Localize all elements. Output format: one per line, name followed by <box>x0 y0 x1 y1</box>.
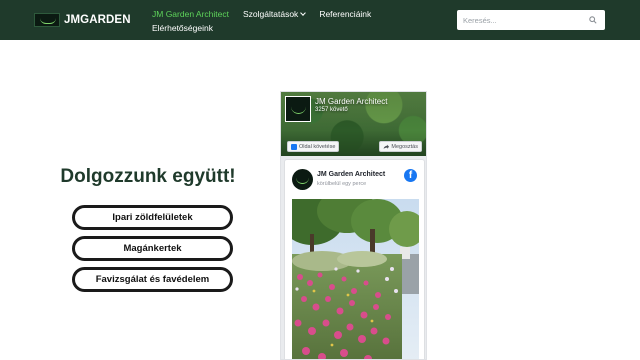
nav-item-referenciaink[interactable]: Referenciáink <box>319 9 371 19</box>
button-magankertek[interactable]: Magánkertek <box>72 236 233 261</box>
nav-item-label: Szolgáltatások <box>243 9 299 19</box>
share-icon <box>383 144 390 149</box>
follow-label: Oldal követése <box>299 143 336 150</box>
share-label: Megosztás <box>391 143 418 150</box>
search-icon[interactable] <box>589 16 597 24</box>
post-author-name[interactable]: JM Garden Architect <box>317 171 385 178</box>
logo-text: JMGARDEN <box>64 14 131 26</box>
post-author-avatar[interactable] <box>292 169 313 190</box>
facebook-share-button[interactable]: Megosztás <box>379 141 422 152</box>
facebook-cover-photo[interactable]: JM Garden Architect 3257 követő Oldal kö… <box>281 92 426 156</box>
nav-item-szolgaltatasok[interactable]: Szolgáltatások <box>243 9 307 19</box>
facebook-page-widget: JM Garden Architect 3257 követő Oldal kö… <box>280 91 427 360</box>
button-ipari-zoldfeluletek[interactable]: Ipari zöldfelületek <box>72 205 233 230</box>
search-box <box>457 10 605 30</box>
main-nav: JM Garden Architect Szolgáltatások Refer… <box>152 8 392 34</box>
cta-title: Dolgozzunk együtt! <box>60 166 236 187</box>
site-header: JMGARDEN JM Garden Architect Szolgáltatá… <box>0 0 640 40</box>
facebook-timeline: JM Garden Architect körülbelül egy perce… <box>281 156 426 360</box>
facebook-followers-count: 3257 követő <box>315 107 348 113</box>
nav-item-elerhetosegeink[interactable]: Elérhetőségeink <box>152 23 213 33</box>
facebook-follow-button[interactable]: Oldal követése <box>287 141 340 152</box>
search-input[interactable] <box>463 10 583 30</box>
nav-item-jm-garden-architect[interactable]: JM Garden Architect <box>152 9 229 19</box>
logo-icon <box>34 13 60 27</box>
facebook-post: JM Garden Architect körülbelül egy perce… <box>284 159 425 360</box>
post-photo-garden[interactable] <box>292 199 419 360</box>
facebook-icon <box>291 143 297 150</box>
button-favizsgalat[interactable]: Favizsgálat és favédelem <box>72 267 233 292</box>
site-logo[interactable]: JMGARDEN <box>34 12 136 28</box>
facebook-page-name[interactable]: JM Garden Architect <box>315 97 387 106</box>
post-timestamp[interactable]: körülbelül egy perce <box>317 181 366 187</box>
facebook-page-avatar[interactable] <box>285 96 311 122</box>
chevron-down-icon <box>300 10 307 16</box>
facebook-logo-icon[interactable]: f <box>404 169 417 182</box>
